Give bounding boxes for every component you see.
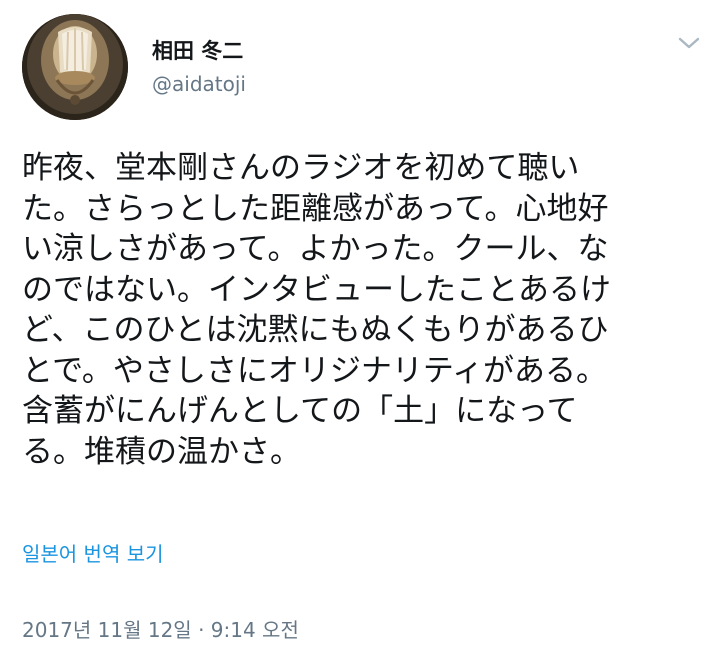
tweet-text-line: とで。やさしさにオリジナリティがある。 — [22, 352, 607, 389]
tweet-text-line: る。堆積の温かさ。 — [22, 433, 301, 470]
author-handle[interactable]: @aidatoji — [152, 72, 246, 96]
tweet-menu-button[interactable] — [674, 30, 704, 56]
lamp-photo-icon — [22, 14, 128, 120]
tweet-text-line: 昨夜、堂本剛さんのラジオを初めて聴い — [22, 150, 580, 186]
tweet-text-line: のではない。インタビューしたことあるけ — [22, 271, 611, 308]
tweet-text-line: い涼しさがあって。よかった。クール、な — [22, 231, 609, 267]
tweet-text-line: た。さらっとした距離感があって。心地好 — [22, 190, 609, 227]
tweet-text: 昨夜、堂本剛さんのラジオを初めて聴い た。さらっとした距離感があって。心地好 い… — [22, 148, 702, 472]
tweet-timestamp[interactable]: 2017년 11월 12일 · 9:14 오전 — [22, 614, 299, 643]
tweet-text-line: 含蓄がにんげんとしての「土」になって — [22, 393, 578, 429]
avatar[interactable] — [22, 14, 128, 120]
author-display-name[interactable]: 相田 冬二 — [152, 35, 243, 65]
tweet-card: 相田 冬二 @aidatoji 昨夜、堂本剛さんのラジオを初めて聴い た。さらっ… — [0, 0, 720, 648]
chevron-down-icon — [678, 37, 700, 49]
tweet-text-line: ど、このひとは沈黙にもぬくもりがあるひ — [22, 312, 609, 348]
translate-tweet-link[interactable]: 일본어 번역 보기 — [22, 538, 164, 567]
